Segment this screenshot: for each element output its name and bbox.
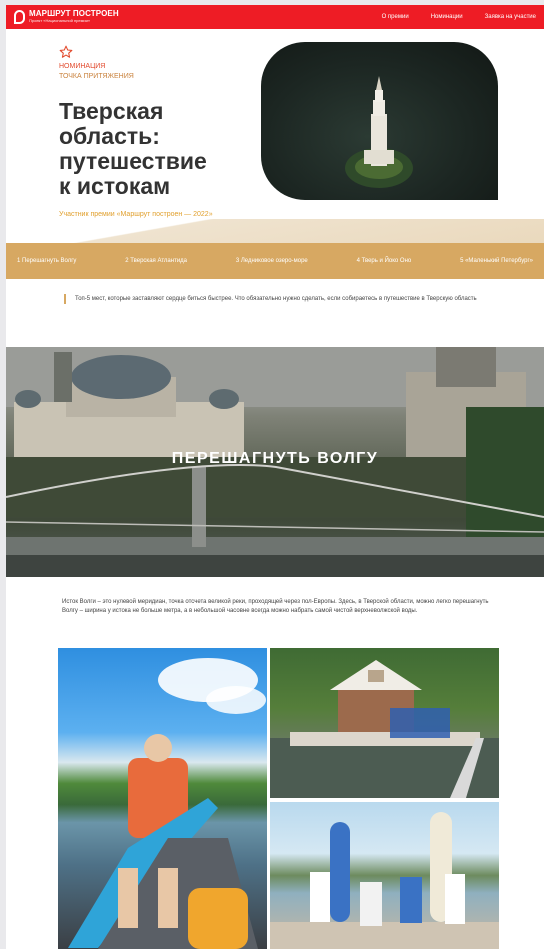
kayak-river-icon: [68, 658, 266, 949]
top-bar: МАРШРУТ ПОСТРОЕН Проект «Национальной пр…: [6, 5, 544, 29]
volga-banner: ПЕРЕШАГНУТЬ ВОЛГУ: [6, 347, 544, 577]
hero-photo: [261, 42, 498, 200]
title-line: к истокам: [59, 173, 171, 199]
logo-title: МАРШРУТ ПОСТРОЕН: [29, 9, 119, 18]
title-line: путешествие: [59, 148, 207, 174]
logo[interactable]: МАРШРУТ ПОСТРОЕН Проект «Национальной пр…: [14, 9, 119, 24]
intro-text: Топ-5 мест, которые заставляют сердце би…: [64, 294, 504, 304]
star-icon: [59, 45, 73, 58]
kayak-photo: [58, 648, 267, 949]
nav-link-about[interactable]: О премии: [382, 14, 409, 20]
logo-mark-icon: [14, 10, 25, 24]
logo-subtitle: Проект «Национальной премии»: [29, 18, 91, 23]
section-title: ПЕРЕШАГНУТЬ ВОЛГУ: [171, 450, 379, 467]
decorative-band: [6, 219, 544, 243]
hero: НОМИНАЦИЯ ТОЧКА ПРИТЯЖЕНИЯ Тверская обла…: [6, 29, 544, 243]
sup-boards-group-icon: [270, 812, 499, 949]
nav-link-nominations[interactable]: Номинации: [431, 14, 463, 20]
section-text: Исток Волги – это нулевой меридиан, точк…: [62, 599, 489, 614]
sup-photo: [270, 802, 499, 949]
menu-item-lake[interactable]: 3 Ледниковое озеро-море: [236, 258, 308, 264]
title-line: область:: [59, 123, 160, 149]
nomination-name: ТОЧКА ПРИТЯЖЕНИЯ: [59, 73, 134, 80]
menu-item-volga[interactable]: 1 Перешагнуть Волгу: [17, 258, 76, 264]
nomination-block: НОМИНАЦИЯ ТОЧКА ПРИТЯЖЕНИЯ: [59, 62, 134, 82]
menu-item-tver[interactable]: 4 Тверь и Йоко Оно: [357, 258, 412, 264]
section-menu: 1 Перешагнуть Волгу 2 Тверская Атлантида…: [6, 243, 544, 279]
chapel-on-water-icon: [270, 660, 499, 798]
participant-label: Участник премии «Маршрут построен — 2022…: [59, 211, 213, 218]
main-nav: О премии Номинации Заявка на участие: [382, 5, 536, 29]
chapel-photo: [270, 648, 499, 798]
nomination-label: НОМИНАЦИЯ: [59, 63, 106, 70]
title-line: Тверская: [59, 98, 164, 124]
page: МАРШРУТ ПОСТРОЕН Проект «Национальной пр…: [6, 5, 544, 949]
nav-link-application[interactable]: Заявка на участие: [485, 14, 536, 20]
page-title: Тверская область: путешествие к истокам: [59, 99, 259, 199]
bell-tower-island-icon: [345, 76, 413, 188]
menu-item-atlantis[interactable]: 2 Тверская Атлантида: [125, 258, 187, 264]
menu-item-petersburg[interactable]: 5 «Маленький Петербург»: [460, 258, 533, 264]
